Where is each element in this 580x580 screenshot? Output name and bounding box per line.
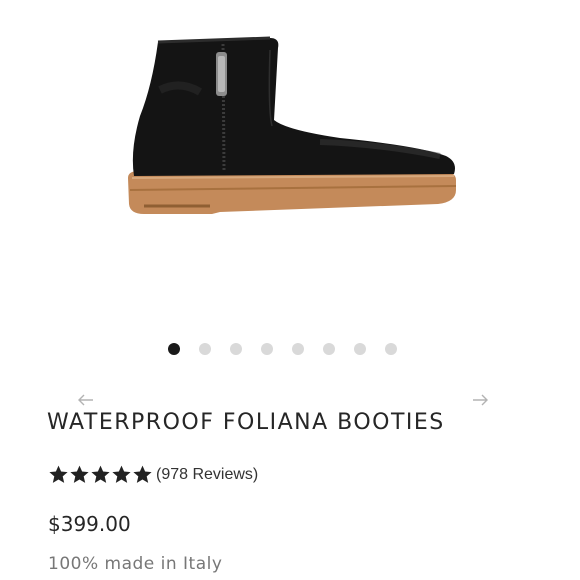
product-image [128,36,457,214]
carousel-dot-8[interactable] [385,343,397,355]
reviews-link[interactable]: (978 Reviews) [156,466,258,484]
arrow-left-icon[interactable] [77,391,95,409]
carousel-dots [168,343,397,355]
carousel-dot-5[interactable] [292,343,304,355]
product-title: WATERPROOF FOLIANA BOOTIES [47,410,445,435]
star-icon [112,465,131,483]
star-icon [49,465,68,483]
carousel-dot-7[interactable] [354,343,366,355]
carousel-dot-6[interactable] [323,343,335,355]
arrow-right-icon[interactable] [471,391,489,409]
star-icon [133,465,152,483]
carousel-dot-3[interactable] [230,343,242,355]
product-origin: 100% made in Italy [48,554,223,574]
carousel-dot-4[interactable] [261,343,273,355]
product-price: $399.00 [48,512,131,536]
rating-block[interactable]: (978 Reviews) [48,464,258,485]
carousel-dot-1[interactable] [168,343,180,355]
star-rating [48,464,153,485]
carousel-dot-2[interactable] [199,343,211,355]
star-icon [70,465,89,483]
star-icon [91,465,110,483]
